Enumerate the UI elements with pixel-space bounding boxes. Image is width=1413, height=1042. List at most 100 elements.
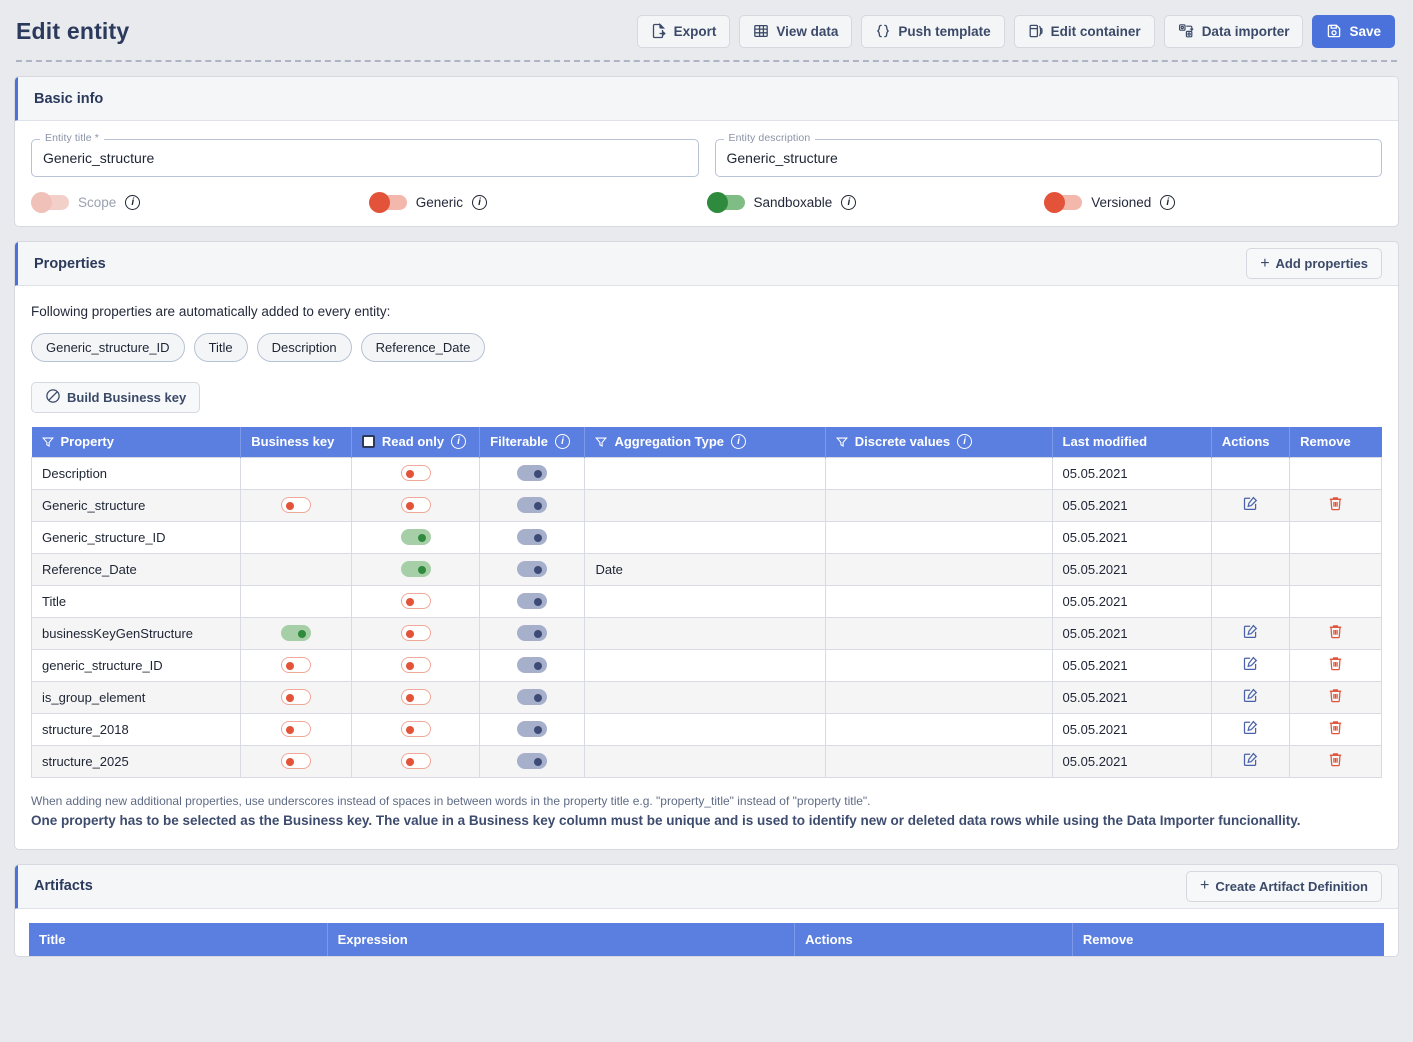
edit-row-button[interactable] [1242,495,1259,512]
column-header-filterable[interactable]: Filterable i [479,427,586,457]
view-data-button[interactable]: View data [739,14,853,48]
row-toggle[interactable] [400,657,431,674]
cell-read-only [350,648,481,682]
column-header-business-key[interactable]: Business key [240,427,352,457]
edit-container-button[interactable]: Edit container [1013,14,1155,48]
row-toggle[interactable] [517,529,548,546]
row-toggle[interactable] [517,625,548,642]
delete-row-button[interactable] [1327,687,1344,704]
edit-row-button[interactable] [1242,751,1259,768]
row-toggle[interactable] [281,753,312,770]
info-icon[interactable]: i [554,434,570,450]
entity-title-input[interactable] [31,139,699,177]
row-toggle[interactable] [400,593,431,610]
delete-row-button[interactable] [1327,623,1344,640]
row-toggle[interactable] [517,657,548,674]
select-all-checkbox[interactable] [361,435,375,449]
row-toggle[interactable] [400,497,431,514]
row-toggle[interactable] [281,689,312,706]
cell-filterable [479,680,586,714]
edit-row-button[interactable] [1242,655,1259,672]
cell-business-key [240,488,352,522]
table-row[interactable]: Reference_Date Date 05.05.2021 [30,552,1382,586]
cell-remove [1289,584,1382,618]
cell-aggregation-type [584,584,826,618]
properties-header: Properties + Add properties [15,242,1398,286]
cell-filterable [479,744,586,778]
row-toggle[interactable] [400,561,431,578]
info-icon[interactable]: i [451,434,467,450]
add-properties-button[interactable]: + Add properties [1246,248,1382,279]
table-row[interactable]: structure_2018 05.05.2021 [30,712,1382,746]
info-icon[interactable]: i [1160,195,1176,210]
row-toggle[interactable] [517,721,548,738]
row-toggle[interactable] [517,689,548,706]
table-row[interactable]: Title 05.05.2021 [30,584,1382,618]
toggle-label: Scope [78,195,117,210]
cell-filterable [479,488,586,522]
info-icon[interactable]: i [125,195,141,210]
info-icon[interactable]: i [841,195,857,210]
row-toggle[interactable] [517,753,548,770]
row-toggle[interactable] [281,625,312,642]
data-importer-button[interactable]: Data importer [1163,14,1304,48]
column-header-aggregation-type[interactable]: Aggregation Type i [584,427,826,457]
export-button[interactable]: Export [636,14,731,48]
property-chip[interactable]: Reference_Date [360,333,486,362]
table-row[interactable]: structure_2025 05.05.2021 [30,744,1382,778]
delete-row-button[interactable] [1327,655,1344,672]
entity-description-input[interactable] [714,139,1382,177]
column-header-actions[interactable]: Actions [1211,427,1291,457]
row-toggle[interactable] [400,689,431,706]
table-row[interactable]: Generic_structure_ID 05.05.2021 [30,520,1382,554]
property-chip[interactable]: Title [193,333,248,362]
toggle-switch-sandboxable[interactable] [706,192,745,213]
row-toggle[interactable] [400,753,431,770]
create-artifact-definition-button[interactable]: + Create Artifact Definition [1186,870,1382,902]
column-header-label: Actions [1221,434,1270,450]
column-header-read-only[interactable]: Read only i [351,427,481,457]
delete-row-button[interactable] [1327,719,1344,736]
column-header-property[interactable]: Property [31,427,242,457]
table-row[interactable]: is_group_element 05.05.2021 [30,680,1382,714]
edit-row-button[interactable] [1242,623,1259,640]
artifacts-card: Artifacts + Create Artifact Definition T… [14,863,1399,957]
property-chip[interactable]: Description [256,333,352,362]
table-row[interactable]: Generic_structure 05.05.2021 [30,488,1382,522]
column-header-last-modified[interactable]: Last modified [1052,427,1212,457]
edit-row-button[interactable] [1242,687,1259,704]
row-toggle[interactable] [517,497,548,514]
row-toggle[interactable] [281,497,312,514]
column-header-remove[interactable]: Remove [1289,427,1382,457]
table-row[interactable]: generic_structure_ID 05.05.2021 [30,648,1382,682]
cell-remove [1289,744,1382,778]
cell-last-modified: 05.05.2021 [1051,456,1212,490]
row-toggle[interactable] [517,593,548,610]
row-toggle[interactable] [517,465,548,482]
data-importer-button-label: Data importer [1201,23,1290,39]
row-toggle[interactable] [517,561,548,578]
row-toggle[interactable] [281,657,312,674]
info-icon[interactable]: i [731,434,746,450]
delete-row-button[interactable] [1327,495,1344,512]
delete-row-button[interactable] [1327,751,1344,768]
cell-aggregation-type: Date [584,552,826,586]
toggle-switch-versioned[interactable] [1044,192,1083,213]
edit-row-button[interactable] [1242,719,1259,736]
row-toggle[interactable] [400,529,431,546]
property-chip[interactable]: Generic_structure_ID [31,333,185,362]
row-toggle[interactable] [400,465,431,482]
save-button[interactable]: Save [1312,14,1395,48]
row-toggle[interactable] [281,721,312,738]
column-header-discrete-values[interactable]: Discrete values i [825,427,1053,457]
table-row[interactable]: businessKeyGenStructure 05.05.2021 [30,616,1382,650]
build-business-key-button[interactable]: Build Business key [31,382,201,413]
toggle-switch-generic[interactable] [368,192,407,213]
toggle-switch-scope[interactable] [31,192,69,213]
row-toggle[interactable] [400,721,431,738]
info-icon[interactable]: i [472,195,488,210]
row-toggle[interactable] [400,625,431,642]
info-icon[interactable]: i [957,434,973,450]
table-row[interactable]: Description 05.05.2021 [30,456,1382,490]
push-template-button[interactable]: Push template [861,14,1005,48]
